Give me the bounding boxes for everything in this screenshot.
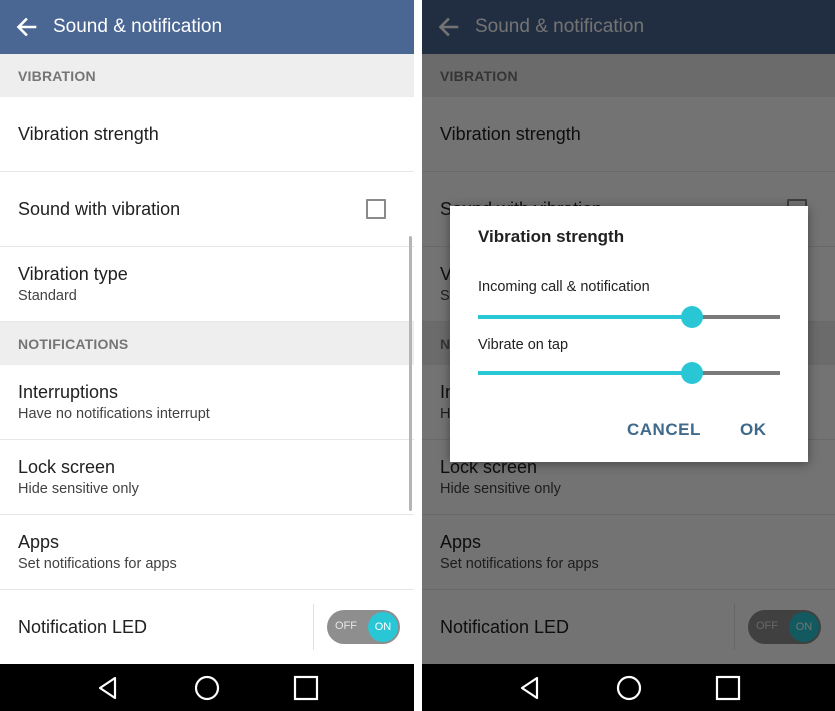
setting-title: Apps bbox=[18, 532, 60, 552]
setting-subtitle: Have no notifications interrupt bbox=[18, 406, 210, 422]
settings-list: VIBRATION Vibration strength Sound with … bbox=[0, 54, 414, 664]
sound-with-vibration-checkbox[interactable] bbox=[366, 199, 386, 219]
setting-sound-with-vibration[interactable]: Sound with vibration bbox=[0, 172, 414, 247]
slider-label-incoming: Incoming call & notification bbox=[478, 279, 650, 295]
slider-thumb[interactable] bbox=[681, 362, 704, 384]
setting-subtitle: Set notifications for apps bbox=[18, 556, 177, 572]
incoming-call-slider[interactable] bbox=[478, 305, 780, 329]
slider-fill bbox=[478, 371, 693, 375]
notification-led-toggle[interactable]: OFF ON bbox=[327, 610, 400, 644]
dialog-title: Vibration strength bbox=[478, 227, 625, 246]
back-triangle-icon bbox=[98, 676, 116, 699]
section-header-notifications: NOTIFICATIONS bbox=[0, 322, 414, 365]
setting-apps[interactable]: Apps Set notifications for apps bbox=[0, 515, 414, 590]
toggle-off-label: OFF bbox=[335, 620, 357, 632]
setting-title: Vibration type bbox=[18, 264, 128, 284]
arrow-left-icon bbox=[16, 17, 37, 37]
slider-fill bbox=[478, 315, 693, 319]
vibration-strength-dialog: Vibration strength Incoming call & notif… bbox=[450, 206, 808, 462]
system-nav-bar bbox=[422, 664, 835, 711]
setting-title: Interruptions bbox=[18, 382, 119, 402]
recents-square-icon bbox=[294, 675, 319, 700]
vibrate-on-tap-slider[interactable] bbox=[478, 361, 780, 385]
settings-screen: Sound & notification VIBRATION Vibration… bbox=[0, 0, 414, 711]
nav-back-button[interactable] bbox=[513, 671, 547, 705]
setting-title: Lock screen bbox=[18, 457, 116, 477]
screen-gap bbox=[414, 0, 422, 711]
setting-subtitle: Hide sensitive only bbox=[18, 481, 139, 497]
system-nav-bar bbox=[0, 664, 414, 711]
settings-screen-with-dialog: Sound & notification VIBRATION Vibration… bbox=[422, 0, 835, 711]
nav-recents-button[interactable] bbox=[289, 671, 323, 705]
scrollbar[interactable] bbox=[409, 236, 412, 511]
recents-square-icon bbox=[715, 675, 740, 700]
back-triangle-icon bbox=[520, 676, 538, 699]
setting-interruptions[interactable]: Interruptions Have no notifications inte… bbox=[0, 365, 414, 440]
setting-vibration-type[interactable]: Vibration type Standard bbox=[0, 247, 414, 322]
nav-recents-button[interactable] bbox=[711, 671, 745, 705]
setting-lock-screen[interactable]: Lock screen Hide sensitive only bbox=[0, 440, 414, 515]
toggle-knob: ON bbox=[368, 612, 398, 642]
app-bar: Sound & notification bbox=[0, 0, 414, 54]
back-button[interactable] bbox=[0, 0, 52, 54]
ok-button[interactable]: OK bbox=[740, 420, 767, 440]
page-title: Sound & notification bbox=[53, 16, 223, 37]
row-divider bbox=[313, 604, 314, 650]
setting-title: Vibration strength bbox=[18, 123, 159, 144]
nav-home-button[interactable] bbox=[190, 671, 224, 705]
home-circle-icon bbox=[194, 675, 220, 700]
nav-back-button[interactable] bbox=[91, 671, 125, 705]
slider-thumb[interactable] bbox=[681, 306, 704, 328]
setting-subtitle: Standard bbox=[18, 288, 77, 304]
setting-title: Sound with vibration bbox=[18, 198, 181, 219]
cancel-button[interactable]: CANCEL bbox=[627, 420, 701, 440]
nav-home-button[interactable] bbox=[612, 671, 646, 705]
home-circle-icon bbox=[616, 675, 641, 700]
slider-label-tap: Vibrate on tap bbox=[478, 337, 569, 353]
section-header-vibration: VIBRATION bbox=[0, 54, 414, 97]
setting-notification-led[interactable]: Notification LED OFF ON bbox=[0, 590, 414, 664]
setting-vibration-strength[interactable]: Vibration strength bbox=[0, 97, 414, 172]
